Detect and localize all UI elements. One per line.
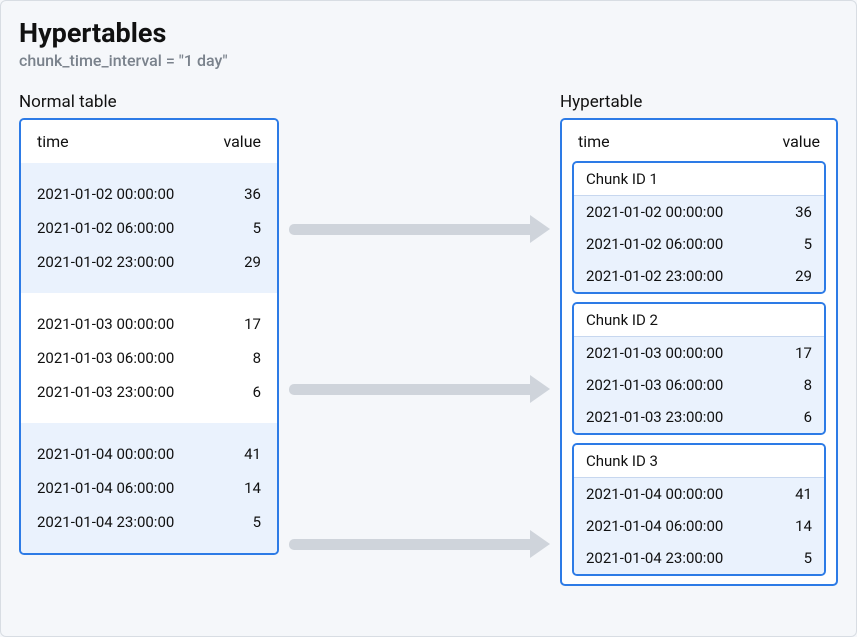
cell-time: 2021-01-02 00:00:00 [586, 203, 723, 221]
chunk: Chunk ID 1 2021-01-02 00:00:00 36 2021-0… [572, 161, 826, 294]
cell-value: 17 [795, 344, 812, 362]
table-row: 2021-01-03 00:00:00 17 [21, 307, 277, 341]
hypertable-label: Hypertable [560, 92, 838, 112]
table-row: 2021-01-03 23:00:00 6 [21, 375, 277, 409]
normal-table-header: time value [21, 120, 277, 163]
table-row: 2021-01-04 06:00:00 14 [21, 471, 277, 505]
table-row: 2021-01-02 23:00:00 29 [574, 260, 824, 292]
cell-value: 5 [804, 549, 812, 567]
cell-value: 5 [253, 513, 261, 531]
arrow-icon [289, 382, 550, 396]
column-header-time: time [578, 132, 610, 151]
cell-value: 14 [795, 517, 812, 535]
normal-table-label: Normal table [19, 92, 279, 112]
cell-value: 8 [253, 349, 261, 367]
chunk-body: 2021-01-04 00:00:00 41 2021-01-04 06:00:… [574, 478, 824, 574]
cell-value: 41 [244, 445, 261, 463]
cell-time: 2021-01-03 00:00:00 [37, 315, 174, 333]
arrow-line [289, 539, 530, 550]
cell-time: 2021-01-02 23:00:00 [37, 253, 174, 271]
cell-time: 2021-01-04 23:00:00 [37, 513, 174, 531]
table-row: 2021-01-03 06:00:00 8 [21, 341, 277, 375]
page-subtitle: chunk_time_interval = "1 day" [19, 51, 838, 70]
table-row: 2021-01-02 00:00:00 36 [574, 196, 824, 228]
table-row: 2021-01-03 06:00:00 8 [574, 369, 824, 401]
column-header-value: value [782, 132, 820, 151]
chunk: Chunk ID 3 2021-01-04 00:00:00 41 2021-0… [572, 443, 826, 576]
normal-table-group: 2021-01-03 00:00:00 17 2021-01-03 06:00:… [21, 293, 277, 423]
arrow-head-icon [530, 215, 550, 243]
cell-time: 2021-01-02 06:00:00 [37, 219, 174, 237]
cell-time: 2021-01-04 06:00:00 [37, 479, 174, 497]
arrow-head-icon [530, 530, 550, 558]
chunk-body: 2021-01-03 00:00:00 17 2021-01-03 06:00:… [574, 337, 824, 433]
table-row: 2021-01-02 00:00:00 36 [21, 177, 277, 211]
chunk: Chunk ID 2 2021-01-03 00:00:00 17 2021-0… [572, 302, 826, 435]
cell-value: 8 [804, 376, 812, 394]
hypertable-panel: time value Chunk ID 1 2021-01-02 00:00:0… [560, 118, 838, 586]
arrow-icon [289, 222, 550, 236]
cell-value: 6 [253, 383, 261, 401]
cell-time: 2021-01-03 23:00:00 [37, 383, 174, 401]
cell-time: 2021-01-03 06:00:00 [37, 349, 174, 367]
cell-time: 2021-01-02 23:00:00 [586, 267, 723, 285]
cell-value: 41 [795, 485, 812, 503]
cell-time: 2021-01-02 00:00:00 [37, 185, 174, 203]
cell-time: 2021-01-04 06:00:00 [586, 517, 723, 535]
table-row: 2021-01-04 06:00:00 14 [574, 510, 824, 542]
cell-value: 5 [253, 219, 261, 237]
arrow-line [289, 224, 530, 235]
column-header-time: time [37, 132, 69, 151]
cell-time: 2021-01-04 23:00:00 [586, 549, 723, 567]
cell-value: 29 [795, 267, 812, 285]
table-row: 2021-01-04 00:00:00 41 [21, 437, 277, 471]
cell-time: 2021-01-03 00:00:00 [586, 344, 723, 362]
cell-value: 29 [244, 253, 261, 271]
hypertable-header: time value [562, 120, 836, 161]
chunk-body: 2021-01-02 00:00:00 36 2021-01-02 06:00:… [574, 196, 824, 292]
cell-value: 17 [244, 315, 261, 333]
chunk-header: Chunk ID 1 [574, 163, 824, 196]
arrows-column [279, 92, 560, 586]
cell-time: 2021-01-02 06:00:00 [586, 235, 723, 253]
table-row: 2021-01-04 00:00:00 41 [574, 478, 824, 510]
cell-time: 2021-01-03 23:00:00 [586, 408, 723, 426]
cell-value: 36 [244, 185, 261, 203]
arrow-line [289, 384, 530, 395]
table-row: 2021-01-04 23:00:00 5 [21, 505, 277, 539]
normal-table-group: 2021-01-02 00:00:00 36 2021-01-02 06:00:… [21, 163, 277, 293]
table-row: 2021-01-02 06:00:00 5 [574, 228, 824, 260]
cell-time: 2021-01-04 00:00:00 [586, 485, 723, 503]
cell-value: 36 [795, 203, 812, 221]
normal-table-column: Normal table time value 2021-01-02 00:00… [19, 92, 279, 586]
cell-value: 14 [244, 479, 261, 497]
arrow-head-icon [530, 375, 550, 403]
cell-time: 2021-01-04 00:00:00 [37, 445, 174, 463]
table-row: 2021-01-03 00:00:00 17 [574, 337, 824, 369]
cell-value: 6 [804, 408, 812, 426]
arrow-icon [289, 537, 550, 551]
column-header-value: value [223, 132, 261, 151]
normal-table-panel: time value 2021-01-02 00:00:00 36 2021-0… [19, 118, 279, 555]
cell-value: 5 [804, 235, 812, 253]
normal-table-group: 2021-01-04 00:00:00 41 2021-01-04 06:00:… [21, 423, 277, 553]
table-row: 2021-01-04 23:00:00 5 [574, 542, 824, 574]
diagram-container: Hypertables chunk_time_interval = "1 day… [0, 0, 857, 637]
page-title: Hypertables [19, 17, 838, 49]
chunk-header: Chunk ID 2 [574, 304, 824, 337]
diagram-layout: Normal table time value 2021-01-02 00:00… [19, 92, 838, 586]
table-row: 2021-01-03 23:00:00 6 [574, 401, 824, 433]
chunk-header: Chunk ID 3 [574, 445, 824, 478]
cell-time: 2021-01-03 06:00:00 [586, 376, 723, 394]
hypertable-column: Hypertable time value Chunk ID 1 2021-01… [560, 92, 838, 586]
table-row: 2021-01-02 23:00:00 29 [21, 245, 277, 279]
table-row: 2021-01-02 06:00:00 5 [21, 211, 277, 245]
